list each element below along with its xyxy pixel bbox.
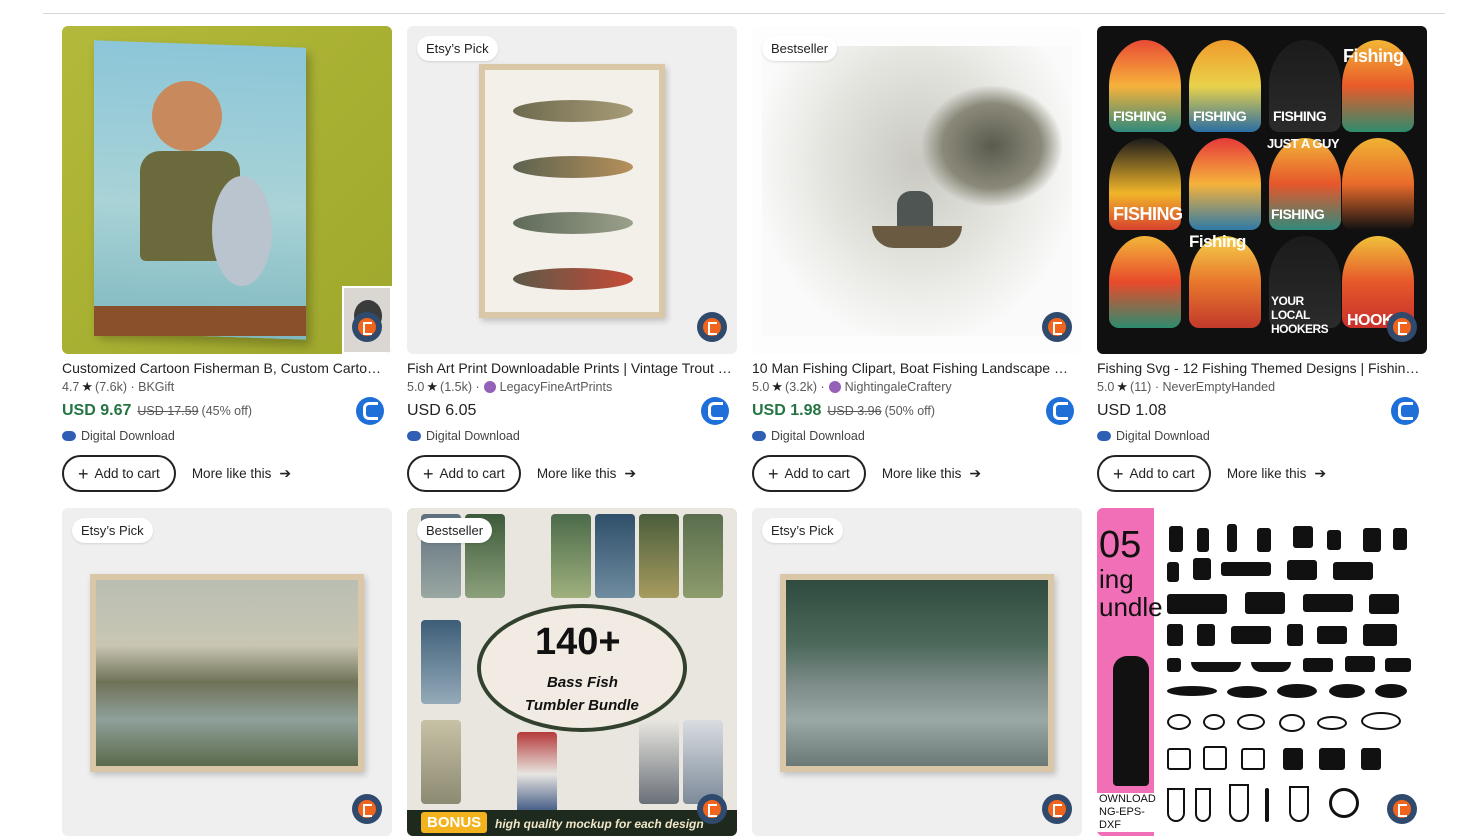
listing-title[interactable]: Customized Cartoon Fisherman B, Custom C… [62, 358, 388, 378]
plus-icon: + [1113, 463, 1124, 484]
digital-download-label: Digital Download [407, 426, 737, 446]
discount: (45% off) [201, 404, 253, 418]
bundle-title: 140+ [535, 621, 621, 663]
more-like-this-link[interactable]: More like this ➔ [1227, 465, 1326, 482]
etsys-pick-badge: Etsy’s Pick [72, 518, 153, 543]
price-row: USD 1.08 [1097, 396, 1427, 426]
listing-rating: 5.0 ★ (1.5k) · LegacyFineArtPrints [407, 379, 613, 394]
star-seller-icon [483, 381, 496, 393]
star-icon: ★ [81, 379, 94, 394]
plus-icon: + [423, 463, 434, 484]
listing-title[interactable]: 10 Man Fishing Clipart, Boat Fishing Lan… [752, 358, 1078, 378]
listing-price: USD 1.08 [1097, 402, 1167, 419]
listing-grid-row-2: Etsy’s Pick 140+ Bass Fish Tumbler Bundl… [62, 508, 1428, 836]
listing-rating: 5.0 ★ (3.2k) · NightingaleCraftery [752, 379, 952, 394]
listing-card[interactable]: Etsy’s Pick [62, 508, 392, 836]
add-to-cart-button[interactable]: + Add to cart [752, 455, 866, 492]
bonus-label: BONUS [421, 812, 488, 833]
listing-card[interactable]: 05 ing undle OWNLOAD NG-EPS-DXF [1097, 508, 1427, 836]
price-row: USD 6.05 [407, 396, 737, 426]
listing-price: USD 6.05 [407, 402, 477, 419]
cloud-download-icon [407, 431, 421, 441]
more-like-this-link[interactable]: More like this ➔ [882, 465, 981, 482]
star-icon: ★ [771, 379, 784, 394]
listing-image[interactable]: Bestseller [752, 26, 1082, 354]
bestseller-badge: Bestseller [417, 518, 493, 543]
digital-download-label: Digital Download [1097, 426, 1427, 446]
listing-rating: 5.0 ★ (11) · NeverEmptyHanded [1097, 379, 1276, 394]
top-divider [43, 13, 1445, 14]
plus-icon: + [768, 463, 779, 484]
arrow-right-icon: ➔ [624, 465, 637, 481]
listing-grid-row-1: Customized Cartoon Fisherman B, Custom C… [62, 26, 1428, 506]
etsy-ads-icon [356, 397, 384, 425]
listing-price: USD 9.67 [62, 402, 132, 419]
listing-price: USD 1.98 [752, 402, 822, 419]
listing-title[interactable]: Fish Art Print Downloadable Prints | Vin… [407, 358, 733, 378]
add-to-cart-button[interactable]: + Add to cart [1097, 455, 1211, 492]
star-seller-icon [828, 381, 841, 393]
listing-image[interactable]: Etsy’s Pick [752, 508, 1082, 836]
cloud-download-icon [752, 431, 766, 441]
listing-image[interactable]: FISHING FISHING FISHING Fishing JUST A G… [1097, 26, 1427, 354]
favorite-shop-icon[interactable] [1042, 312, 1072, 342]
etsy-ads-icon [1046, 397, 1074, 425]
cloud-download-icon [62, 431, 76, 441]
listing-card[interactable]: FISHING FISHING FISHING Fishing JUST A G… [1097, 26, 1427, 506]
listing-title[interactable]: Fishing Svg - 12 Fishing Themed Designs … [1097, 358, 1423, 378]
listing-image[interactable]: 05 ing undle OWNLOAD NG-EPS-DXF [1097, 508, 1427, 836]
listing-card[interactable]: 140+ Bass Fish Tumbler Bundle BONUS high… [407, 508, 737, 836]
original-price: USD 3.96 [827, 404, 882, 418]
listing-rating: 4.7 ★ (7.6k) · BKGift [62, 379, 175, 394]
arrow-right-icon: ➔ [279, 465, 292, 481]
favorite-shop-icon[interactable] [697, 312, 727, 342]
favorite-shop-icon[interactable] [1042, 794, 1072, 824]
price-row: USD 1.98 USD 3.96 (50% off) [752, 396, 1082, 426]
etsy-ads-icon [1391, 397, 1419, 425]
digital-download-label: Digital Download [62, 426, 392, 446]
listing-card[interactable]: Customized Cartoon Fisherman B, Custom C… [62, 26, 392, 506]
more-like-this-link[interactable]: More like this ➔ [537, 465, 636, 482]
shop-name: BKGift [138, 380, 175, 394]
favorite-shop-icon[interactable] [697, 794, 727, 824]
shop-name: NightingaleCraftery [844, 380, 952, 394]
listing-image[interactable]: Etsy’s Pick [62, 508, 392, 836]
star-icon: ★ [426, 379, 439, 394]
discount: (50% off) [884, 404, 936, 418]
etsy-ads-icon [701, 397, 729, 425]
plus-icon: + [78, 463, 89, 484]
listing-image[interactable] [62, 26, 392, 354]
listing-image[interactable]: Etsy’s Pick [407, 26, 737, 354]
arrow-right-icon: ➔ [969, 465, 982, 481]
listing-image[interactable]: 140+ Bass Fish Tumbler Bundle BONUS high… [407, 508, 737, 836]
listing-card[interactable]: Bestseller 10 Man Fishing Clipart, Boat … [752, 26, 1082, 506]
favorite-shop-icon[interactable] [1387, 312, 1417, 342]
shop-name: NeverEmptyHanded [1162, 380, 1276, 394]
price-row: USD 9.67 USD 17.59 (45% off) [62, 396, 392, 426]
bestseller-badge: Bestseller [762, 36, 838, 61]
star-icon: ★ [1116, 379, 1129, 394]
favorite-shop-icon[interactable] [1387, 794, 1417, 824]
favorite-shop-icon[interactable] [352, 794, 382, 824]
original-price: USD 17.59 [137, 404, 199, 418]
cloud-download-icon [1097, 431, 1111, 441]
listing-card[interactable]: Etsy’s Pick [752, 508, 1082, 836]
add-to-cart-button[interactable]: + Add to cart [407, 455, 521, 492]
digital-download-label: Digital Download [752, 426, 1082, 446]
arrow-right-icon: ➔ [1314, 465, 1327, 481]
favorite-shop-icon[interactable] [352, 312, 382, 342]
add-to-cart-button[interactable]: + Add to cart [62, 455, 176, 492]
etsys-pick-badge: Etsy’s Pick [762, 518, 843, 543]
listing-card[interactable]: Etsy’s Pick Fish Art Print Downloadable … [407, 26, 737, 506]
more-like-this-link[interactable]: More like this ➔ [192, 465, 291, 482]
shop-name: LegacyFineArtPrints [499, 380, 613, 394]
etsys-pick-badge: Etsy’s Pick [417, 36, 498, 61]
